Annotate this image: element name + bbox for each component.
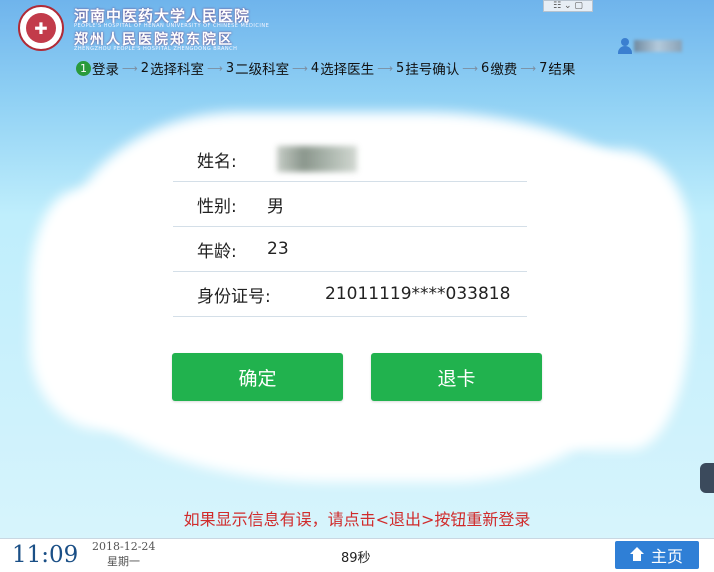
step-label: 登录 (92, 62, 119, 78)
background-cloud (30, 190, 190, 430)
gender-row: 性别: 男 (173, 182, 527, 227)
step-4: 4 选择医生 ⟶ (310, 58, 396, 79)
home-label: 主页 (650, 547, 683, 566)
clock-time: 11:09 (12, 542, 79, 568)
user-info (618, 38, 682, 54)
step-3: 3 二级科室 ⟶ (225, 58, 311, 79)
clock-weekday: 星期一 (107, 555, 140, 568)
step-number: 1 (76, 60, 91, 76)
step-6: 6 缴费 ⟶ (481, 58, 539, 79)
home-icon (629, 547, 644, 561)
hospital-branch-english: ZHENGZHOU PEOPLE'S HOSPITAL ZHENGDONG BR… (74, 46, 238, 52)
warning-message: 如果显示信息有误，请点击<退出>按钮重新登录 (183, 510, 531, 529)
step-progress: 1 登录 ⟶ 2 选择科室 ⟶ 3 二级科室 ⟶ 4 选择医生 ⟶ 5 挂号确认… (76, 58, 575, 78)
age-label: 年龄: (197, 241, 237, 262)
name-label: 姓名: (197, 151, 237, 172)
step-5: 5 挂号确认 ⟶ (395, 58, 481, 79)
user-icon (618, 38, 632, 54)
step-1: 1 登录 ⟶ (76, 58, 141, 78)
arrow-right-icon: ⟶ (207, 61, 223, 75)
step-label: 挂号确认 (405, 62, 460, 78)
step-label: 缴费 (490, 62, 518, 78)
name-value-blurred (277, 146, 357, 172)
home-button[interactable]: 主页 (615, 541, 699, 569)
age-row: 年龄: 23 (173, 227, 527, 272)
id-number-value: 21011119****033818 (325, 284, 511, 304)
step-number: 6 (481, 60, 490, 76)
step-7: 7 结果 (539, 58, 576, 79)
step-number: 4 (310, 60, 320, 76)
step-2: 2 选择科室 ⟶ (140, 58, 226, 79)
background-cloud (520, 150, 690, 450)
patient-info-card: 姓名: 性别: 男 年龄: 23 身份证号: 21011119****03381… (173, 137, 527, 317)
exit-card-button[interactable]: 退卡 (371, 353, 542, 401)
id-number-row: 身份证号: 21011119****033818 (173, 272, 527, 317)
arrow-right-icon: ⟶ (462, 61, 479, 75)
arrow-right-icon: ⟶ (292, 61, 308, 75)
hospital-logo: ✚ (18, 5, 64, 51)
user-name-blurred (634, 40, 682, 52)
step-label: 结果 (548, 62, 576, 78)
arrow-right-icon: ⟶ (122, 61, 138, 75)
footer-bar: 11:09 2018-12-24 星期一 89秒 主页 (0, 538, 714, 572)
gender-value: 男 (267, 196, 284, 217)
step-label: 选择医生 (320, 62, 375, 78)
clock-date: 2018-12-24 (92, 540, 156, 553)
name-row: 姓名: (173, 137, 527, 182)
step-number: 2 (140, 60, 150, 76)
step-number: 3 (225, 60, 235, 76)
id-number-label: 身份证号: (197, 286, 271, 307)
countdown-timer: 89秒 (341, 551, 371, 566)
gender-label: 性别: (197, 196, 237, 217)
step-label: 选择科室 (150, 62, 205, 78)
step-number: 5 (395, 60, 405, 76)
arrow-right-icon: ⟶ (377, 61, 393, 75)
step-label: 二级科室 (235, 62, 290, 78)
header: ✚ 河南中医药大学人民医院 PEOPLE'S HOSPITAL OF HENAN… (0, 0, 714, 80)
arrow-right-icon: ⟶ (520, 61, 537, 75)
window-controls[interactable]: ☷ ⌄ ▢ (543, 0, 593, 12)
age-value: 23 (267, 239, 289, 259)
confirm-button[interactable]: 确定 (172, 353, 343, 401)
step-number: 7 (539, 60, 548, 76)
side-tab-handle[interactable] (700, 463, 714, 493)
logo-emblem-icon: ✚ (26, 13, 56, 43)
